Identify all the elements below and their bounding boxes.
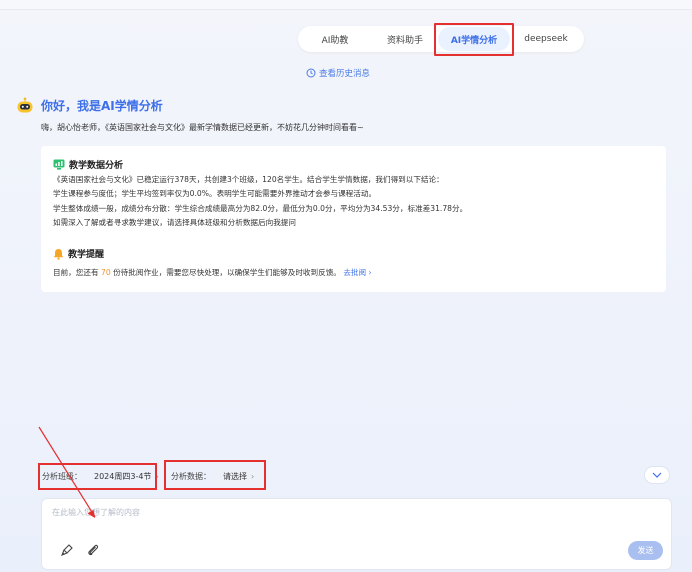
chat-input-box: 发送: [41, 498, 672, 570]
tab-ai-learning-analysis[interactable]: AI学情分析: [438, 27, 510, 51]
mode-tabs: AI助教 资料助手 AI学情分析 deepseek: [298, 26, 584, 52]
reminder-heading: 教学提醒: [53, 247, 104, 260]
tab-deepseek[interactable]: deepseek: [510, 27, 582, 51]
data-value: 请选择: [223, 471, 247, 481]
class-label: 分析班级：: [42, 471, 82, 481]
pending-count: 70: [100, 268, 111, 277]
analysis-line-1: 《英语国家社会与文化》已稳定运行378天，共创建3个班级，120名学生。结合学生…: [53, 175, 444, 184]
collapse-button[interactable]: [644, 466, 670, 484]
data-analysis-icon: [53, 159, 65, 170]
data-dropdown[interactable]: 请选择 ›: [217, 467, 261, 485]
analysis-heading: 教学数据分析: [53, 158, 123, 171]
chevron-right-icon: ›: [368, 268, 372, 277]
tab-ai-assistant[interactable]: AI助教: [298, 27, 372, 51]
bell-icon: [53, 248, 64, 260]
chevron-right-icon: ›: [155, 471, 159, 481]
class-selector: 分析班级： 2024周四3-4节 ›: [42, 466, 165, 486]
analysis-heading-label: 教学数据分析: [69, 161, 124, 171]
analysis-line-4: 如需深入了解或者寻求教学建议，请选择具体班级和分析数据后向我提问: [53, 218, 296, 227]
greeting-title: 你好，我是AI学情分析: [41, 99, 163, 113]
paperclip-icon[interactable]: [86, 543, 100, 557]
analysis-line-3: 学生整体成绩一般，成绩分布分散：学生综合成绩最高分为82.0分，最低分为0.0分…: [53, 204, 468, 213]
go-review-label: 去批阅: [343, 268, 367, 277]
reminder-suffix: 份待批阅作业，需要您尽快处理，以确保学生们能够及时收到反馈。: [113, 268, 341, 277]
data-label: 分析数据：: [171, 471, 211, 481]
chevron-down-icon: [652, 472, 662, 478]
analysis-line-2: 学生课程参与度低；学生平均签到率仅为0.0%。表明学生可能需要外界推动才会参与课…: [53, 189, 377, 198]
data-selector: 分析数据： 请选择 ›: [171, 466, 261, 486]
history-link[interactable]: 查看历史消息: [306, 66, 370, 80]
reminder-prefix: 目前，您还有: [53, 268, 99, 277]
go-review-link[interactable]: 去批阅 ›: [343, 268, 371, 277]
chat-input[interactable]: [52, 507, 652, 533]
send-button[interactable]: 发送: [628, 541, 663, 560]
class-dropdown[interactable]: 2024周四3-4节 ›: [88, 468, 165, 485]
robot-icon: [17, 97, 33, 113]
chevron-right-icon: ›: [251, 471, 255, 481]
history-link-label: 查看历史消息: [319, 69, 371, 79]
class-value: 2024周四3-4节: [94, 471, 152, 481]
reminder-heading-label: 教学提醒: [68, 250, 105, 260]
greeting-subtitle: 嗨，胡心怡老师，《英语国家社会与文化》最新学情数据已经更新，不妨花几分钟时间看看…: [41, 123, 364, 132]
top-bar: [0, 0, 692, 10]
history-icon: [306, 68, 316, 78]
analysis-card: 教学数据分析 《英语国家社会与文化》已稳定运行378天，共创建3个班级，120名…: [41, 146, 666, 292]
reminder-text: 目前，您还有 70 份待批阅作业，需要您尽快处理，以确保学生们能够及时收到反馈。…: [53, 267, 372, 278]
tab-material-assistant[interactable]: 资料助手: [372, 27, 438, 51]
brush-icon[interactable]: [60, 543, 74, 557]
